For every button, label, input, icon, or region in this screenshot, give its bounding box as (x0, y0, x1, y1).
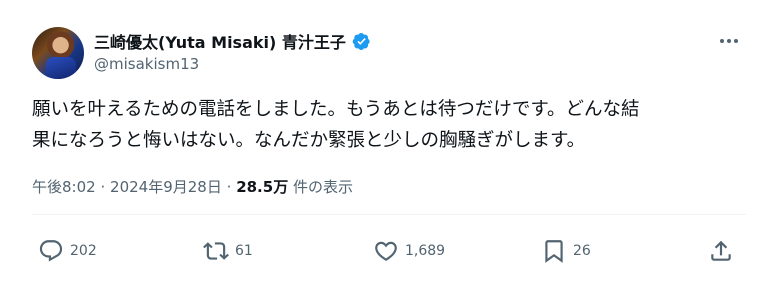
reply-count: 202 (70, 243, 97, 259)
views-label: 件の表示 (292, 178, 353, 196)
bookmark-icon (545, 240, 563, 263)
author-handle[interactable]: @misakism13 (94, 55, 199, 73)
divider (32, 214, 746, 215)
avatar[interactable] (32, 27, 84, 79)
author-display-name[interactable]: 三崎優太(Yuta Misaki) 青汁王子 (94, 29, 346, 53)
tweet-card: 三崎優太(Yuta Misaki) 青汁王子 @misakism13 願いを叶え… (0, 0, 776, 285)
retweet-button[interactable]: 61 (203, 232, 253, 270)
retweet-count: 61 (235, 243, 253, 259)
share-button[interactable] (708, 232, 734, 270)
meta-separator: · (100, 178, 106, 196)
reply-icon (39, 240, 63, 262)
views-count[interactable]: 28.5万 (236, 178, 288, 196)
meta-separator: · (226, 178, 232, 196)
tweet-text: 願いを叶えるための電話をしました。もうあとは待つだけです。どんな結 果になろうと… (32, 94, 762, 156)
verified-badge-icon (352, 32, 370, 50)
action-bar: 202 61 1,689 26 (32, 232, 742, 270)
reply-button[interactable]: 202 (38, 232, 97, 270)
bookmark-count: 26 (573, 243, 591, 259)
tweet-time[interactable]: 午後8:02 (32, 178, 96, 196)
tweet-text-line-2: 果になろうと悔いはない。なんだか緊張と少しの胸騒ぎがします。 (32, 130, 586, 151)
tweet-text-line-1: 願いを叶えるための電話をしました。もうあとは待つだけです。どんな結 (32, 99, 640, 120)
author-name-row: 三崎優太(Yuta Misaki) 青汁王子 (94, 30, 371, 52)
like-count: 1,689 (405, 243, 446, 259)
more-horizontal-icon[interactable] (716, 28, 742, 54)
bookmark-button[interactable]: 26 (541, 232, 591, 270)
tweet-meta: 午後8:02 · 2024年9月28日 · 28.5万 件の表示 (32, 176, 353, 197)
share-icon (711, 240, 731, 261)
like-button[interactable]: 1,689 (373, 232, 445, 270)
heart-icon (375, 241, 397, 261)
tweet-date[interactable]: 2024年9月28日 (110, 178, 222, 196)
retweet-icon (203, 242, 229, 260)
